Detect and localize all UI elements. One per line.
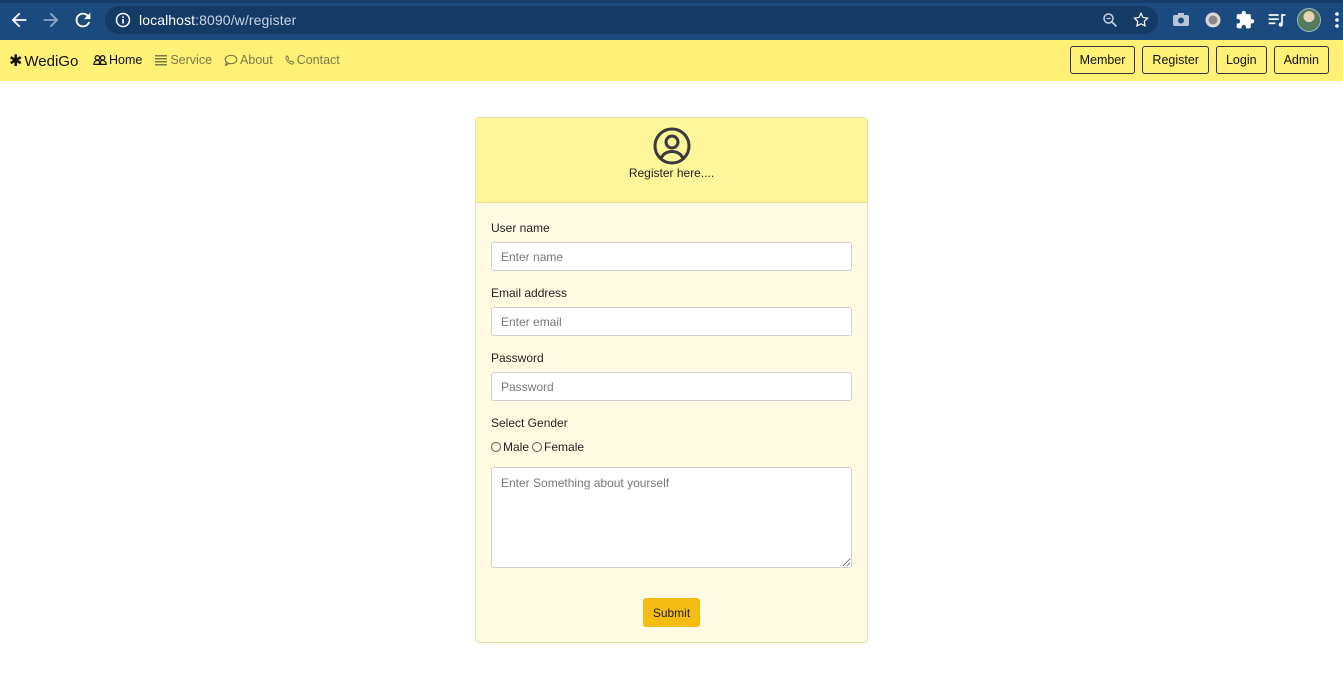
- member-button[interactable]: Member: [1069, 46, 1136, 74]
- menu-kebab-icon[interactable]: [1334, 10, 1340, 30]
- url-host: localhost: [139, 12, 196, 28]
- register-button[interactable]: Register: [1142, 46, 1209, 74]
- forward-icon[interactable]: [40, 9, 62, 31]
- reload-icon[interactable]: [72, 9, 94, 31]
- login-button[interactable]: Login: [1215, 46, 1267, 74]
- about-textarea[interactable]: [491, 467, 852, 568]
- gender-radio-group: Male Female: [491, 440, 587, 454]
- nav-links: Home Service About Contact: [93, 53, 340, 67]
- nav-link-label: About: [240, 53, 273, 67]
- zoom-icon[interactable]: [1102, 12, 1118, 28]
- asterisk-icon: ✱: [9, 53, 23, 70]
- address-bar[interactable]: localhost:8090/w/register: [105, 6, 1158, 34]
- nav-link-home[interactable]: Home: [93, 53, 142, 67]
- submit-button[interactable]: Submit: [643, 598, 700, 627]
- gender-male-label: Male: [503, 440, 530, 454]
- people-icon: [93, 55, 107, 65]
- gender-label: Select Gender: [491, 416, 568, 430]
- nav-link-contact[interactable]: Contact: [285, 53, 340, 67]
- profile-avatar[interactable]: [1297, 8, 1321, 32]
- nav-link-service[interactable]: Service: [154, 53, 212, 67]
- register-card: Register here.... User name Email addres…: [475, 117, 868, 643]
- admin-button[interactable]: Admin: [1273, 46, 1329, 74]
- gender-male-option[interactable]: Male: [491, 440, 529, 454]
- url-text[interactable]: localhost:8090/w/register: [139, 12, 296, 28]
- email-input[interactable]: [491, 307, 852, 336]
- url-path: :8090/w/register: [195, 12, 297, 28]
- password-label: Password: [491, 351, 544, 365]
- circle-extension-icon[interactable]: [1203, 10, 1223, 30]
- card-header: Register here....: [476, 118, 867, 203]
- media-queue-icon[interactable]: [1267, 10, 1287, 30]
- bookmark-star-icon[interactable]: [1132, 11, 1150, 29]
- phone-icon: [285, 55, 295, 65]
- tab-strip-edge: [0, 0, 1343, 3]
- radio-button[interactable]: [532, 442, 543, 452]
- nav-link-label: Home: [109, 53, 143, 67]
- list-icon: [155, 55, 168, 66]
- nav-link-label: Contact: [296, 53, 340, 67]
- extensions-puzzle-icon[interactable]: [1235, 10, 1255, 30]
- browser-toolbar: localhost:8090/w/register: [0, 0, 1343, 40]
- gender-female-label: Female: [544, 440, 585, 454]
- site-navbar: ✱ WediGo Home Service About Contact Memb…: [0, 40, 1343, 81]
- username-label: User name: [491, 221, 550, 235]
- nav-buttons: Member Register Login Admin: [1069, 46, 1329, 74]
- site-info-icon[interactable]: [115, 12, 131, 28]
- radio-button[interactable]: [491, 442, 501, 452]
- brand-name: WediGo: [24, 52, 79, 70]
- card-title: Register here....: [628, 166, 715, 180]
- nav-link-label: Service: [170, 53, 213, 67]
- user-circle-icon: [653, 127, 691, 165]
- password-input[interactable]: [491, 372, 852, 401]
- camera-extension-icon[interactable]: [1171, 10, 1191, 30]
- username-input[interactable]: [491, 242, 852, 271]
- nav-link-about[interactable]: About: [224, 53, 273, 67]
- email-label: Email address: [491, 286, 568, 300]
- chat-icon: [224, 54, 238, 66]
- brand-link[interactable]: ✱ WediGo: [9, 51, 78, 71]
- gender-female-option[interactable]: Female: [532, 440, 584, 454]
- back-icon[interactable]: [8, 9, 30, 31]
